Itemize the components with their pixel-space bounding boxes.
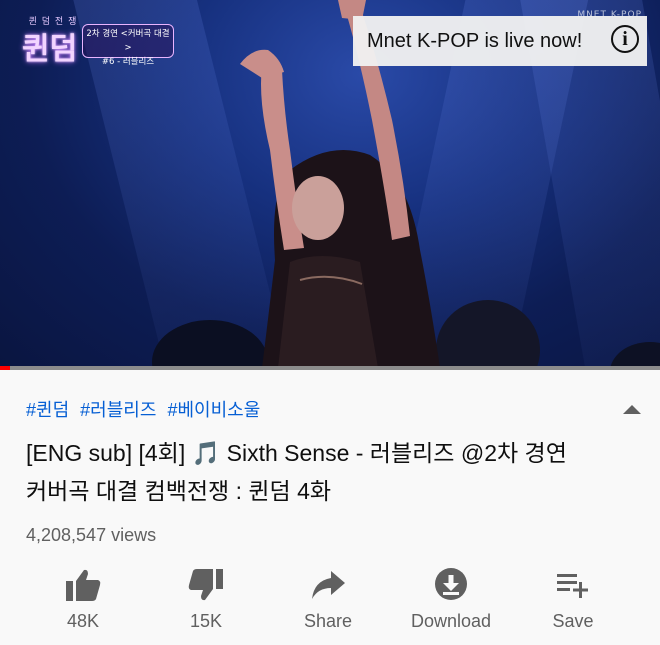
hashtag-link[interactable]: #퀸덤: [26, 400, 69, 420]
hashtag-link[interactable]: #러블리즈: [80, 400, 156, 420]
live-now-card[interactable]: Mnet K-POP is live now! i: [353, 16, 647, 66]
action-bar: 48K 15K Share Download Save: [0, 562, 660, 642]
hashtags: #퀸덤 #러블리즈 #베이비소울: [26, 396, 266, 422]
share-label: Share: [303, 611, 353, 631]
info-icon[interactable]: i: [611, 25, 639, 53]
stage-caption: 2차 경연 <커버곡 대결> #6 - 러블리즈: [82, 24, 174, 67]
view-count: 4,208,547 views: [26, 525, 157, 545]
like-button[interactable]: 48K: [28, 562, 138, 642]
video-title-line2: 커버곡 대결 컴백전쟁 : 퀸덤 4화: [26, 478, 332, 504]
download-label: Download: [410, 611, 492, 631]
video-title-line1: [ENG sub] [4회] 🎵 Sixth Sense - 러블리즈 @2차 …: [26, 440, 567, 466]
download-icon: [435, 568, 467, 600]
collapse-description-icon[interactable]: [623, 405, 641, 414]
download-button[interactable]: Download: [396, 562, 506, 642]
show-logo: 퀸 덤 전 쟁 퀸덤: [18, 14, 88, 67]
live-now-text[interactable]: Mnet K-POP is live now!: [367, 30, 582, 53]
video-title: [ENG sub] [4회] 🎵 Sixth Sense - 러블리즈 @2차 …: [26, 434, 626, 510]
stage-caption-line1: 2차 경연 <커버곡 대결>: [86, 29, 170, 53]
like-count: 48K: [66, 611, 100, 631]
share-button[interactable]: Share: [273, 562, 383, 642]
dislike-count: 15K: [189, 611, 223, 631]
thumbs-up-icon: [66, 569, 101, 601]
save-playlist-icon: [557, 574, 588, 598]
video-info-panel: #퀸덤 #러블리즈 #베이비소울 [ENG sub] [4회] 🎵 Sixth …: [0, 370, 660, 645]
save-label: Save: [552, 611, 594, 631]
share-icon: [312, 571, 345, 599]
show-logo-title: 퀸덤: [22, 32, 78, 67]
thumbs-down-icon: [188, 569, 223, 601]
video-player[interactable]: 퀸 덤 전 쟁 퀸덤 2차 경연 <커버곡 대결> #6 - 러블리즈 MNET…: [0, 0, 660, 368]
hashtag-link[interactable]: #베이비소울: [167, 400, 260, 420]
stage-caption-line2: #6 - 러블리즈: [101, 57, 155, 67]
save-button[interactable]: Save: [518, 562, 628, 642]
dislike-button[interactable]: 15K: [151, 562, 261, 642]
